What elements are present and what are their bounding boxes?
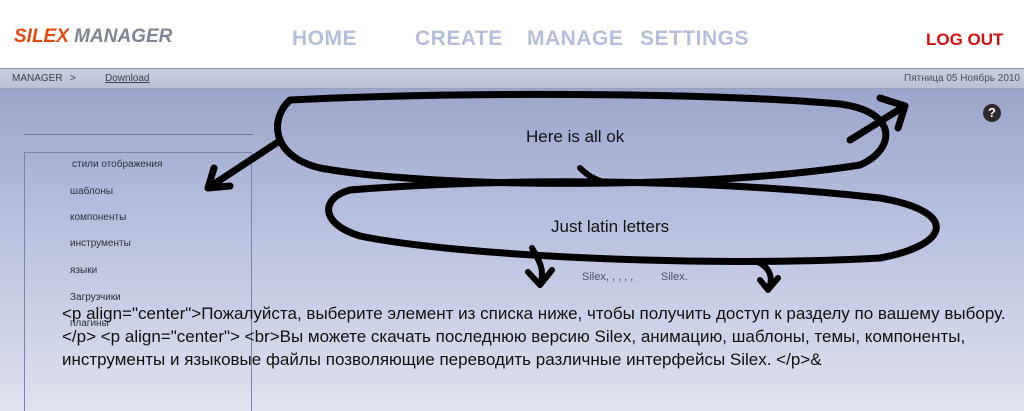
hook-right-scribble	[755, 259, 781, 293]
arrow-left-icon	[204, 138, 282, 192]
overlay-source-text: <p align="center">Пожалуйста, выберите э…	[62, 304, 1006, 369]
annotation-label-latin: Just latin letters	[551, 217, 670, 236]
annotation-label-ok: Here is all ok	[526, 127, 625, 146]
